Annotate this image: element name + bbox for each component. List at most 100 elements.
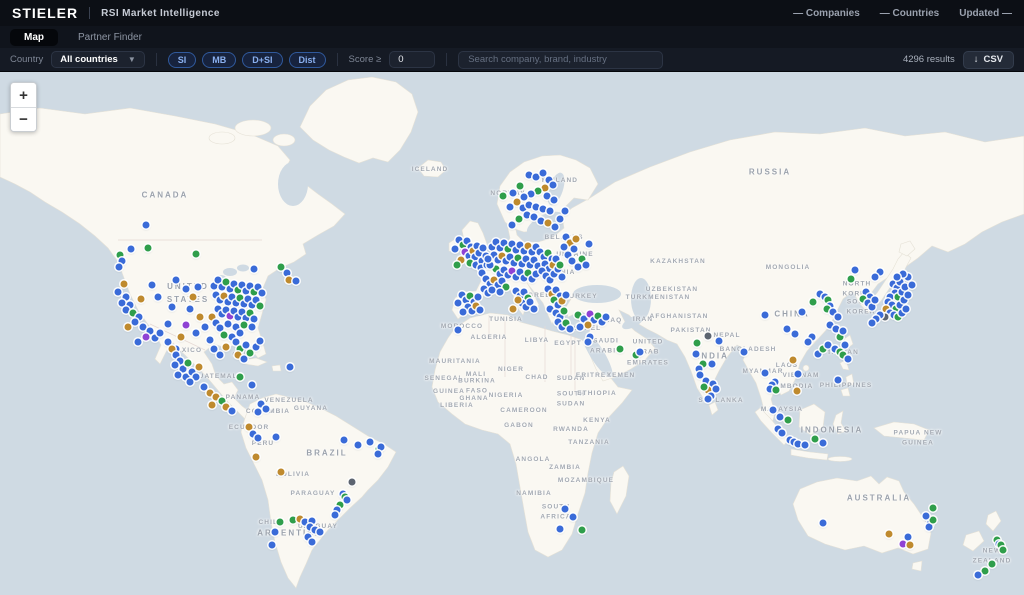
map-marker[interactable] bbox=[905, 534, 912, 541]
map-marker[interactable] bbox=[533, 204, 540, 211]
map-marker[interactable] bbox=[812, 436, 819, 443]
map-marker[interactable] bbox=[183, 286, 190, 293]
map-marker[interactable] bbox=[187, 379, 194, 386]
map-marker[interactable] bbox=[217, 325, 224, 332]
map-marker[interactable] bbox=[852, 267, 859, 274]
map-marker[interactable] bbox=[693, 351, 700, 358]
map-marker[interactable] bbox=[132, 319, 139, 326]
map-marker[interactable] bbox=[975, 572, 982, 579]
map-marker[interactable] bbox=[123, 307, 130, 314]
map-marker[interactable] bbox=[193, 330, 200, 337]
map-marker[interactable] bbox=[561, 244, 568, 251]
map-marker[interactable] bbox=[550, 182, 557, 189]
map-marker[interactable] bbox=[237, 330, 244, 337]
map-marker[interactable] bbox=[562, 506, 569, 513]
map-marker[interactable] bbox=[697, 372, 704, 379]
map-marker[interactable] bbox=[255, 409, 262, 416]
map-marker[interactable] bbox=[709, 361, 716, 368]
map-marker[interactable] bbox=[524, 212, 531, 219]
map-marker[interactable] bbox=[842, 342, 849, 349]
map-marker[interactable] bbox=[138, 296, 145, 303]
map-marker[interactable] bbox=[894, 274, 901, 281]
map-marker[interactable] bbox=[243, 342, 250, 349]
map-marker[interactable] bbox=[193, 251, 200, 258]
map-marker[interactable] bbox=[237, 374, 244, 381]
map-marker[interactable] bbox=[485, 256, 492, 263]
map-marker[interactable] bbox=[455, 300, 462, 307]
map-marker[interactable] bbox=[531, 306, 538, 313]
map-marker[interactable] bbox=[579, 527, 586, 534]
map-marker[interactable] bbox=[557, 216, 564, 223]
map-marker[interactable] bbox=[526, 202, 533, 209]
map-marker[interactable] bbox=[545, 220, 552, 227]
map-marker[interactable] bbox=[903, 306, 910, 313]
score-input[interactable] bbox=[389, 51, 435, 68]
map-marker[interactable] bbox=[902, 284, 909, 291]
map-marker[interactable] bbox=[802, 442, 809, 449]
map-marker[interactable] bbox=[257, 338, 264, 345]
map-marker[interactable] bbox=[559, 274, 566, 281]
map-marker[interactable] bbox=[278, 469, 285, 476]
map-marker[interactable] bbox=[570, 514, 577, 521]
map-marker[interactable] bbox=[567, 326, 574, 333]
map-marker[interactable] bbox=[583, 262, 590, 269]
map-marker[interactable] bbox=[510, 190, 517, 197]
map-marker[interactable] bbox=[290, 517, 297, 524]
map-marker[interactable] bbox=[573, 236, 580, 243]
map-marker[interactable] bbox=[173, 277, 180, 284]
map-marker[interactable] bbox=[190, 294, 197, 301]
map-marker[interactable] bbox=[128, 246, 135, 253]
map-marker[interactable] bbox=[741, 349, 748, 356]
map-marker[interactable] bbox=[547, 277, 554, 284]
map-marker[interactable] bbox=[820, 520, 827, 527]
map-marker[interactable] bbox=[344, 497, 351, 504]
map-marker[interactable] bbox=[253, 454, 260, 461]
csv-export-button[interactable]: ↓ CSV bbox=[963, 51, 1014, 69]
map-marker[interactable] bbox=[779, 430, 786, 437]
map-marker[interactable] bbox=[527, 299, 534, 306]
map-marker[interactable] bbox=[777, 414, 784, 421]
map-marker[interactable] bbox=[923, 513, 930, 520]
map-marker[interactable] bbox=[540, 206, 547, 213]
map-marker[interactable] bbox=[705, 333, 712, 340]
map-marker[interactable] bbox=[930, 517, 937, 524]
zoom-in-button[interactable]: + bbox=[11, 83, 36, 107]
map-marker[interactable] bbox=[585, 322, 592, 329]
pill-mb[interactable]: MB bbox=[202, 52, 236, 68]
map-marker[interactable] bbox=[195, 284, 202, 291]
map-marker[interactable] bbox=[989, 561, 996, 568]
map-marker[interactable] bbox=[196, 364, 203, 371]
map-marker[interactable] bbox=[332, 512, 339, 519]
map-marker[interactable] bbox=[790, 357, 797, 364]
map-marker[interactable] bbox=[770, 407, 777, 414]
map-marker[interactable] bbox=[349, 479, 356, 486]
search-input[interactable] bbox=[458, 51, 663, 69]
country-select[interactable]: All countries ▼ bbox=[51, 51, 144, 68]
map-marker[interactable] bbox=[217, 352, 224, 359]
map-marker[interactable] bbox=[617, 346, 624, 353]
map-marker[interactable] bbox=[187, 306, 194, 313]
map-marker[interactable] bbox=[562, 208, 569, 215]
map-marker[interactable] bbox=[157, 330, 164, 337]
map-marker[interactable] bbox=[528, 191, 535, 198]
map-marker[interactable] bbox=[503, 284, 510, 291]
map-marker[interactable] bbox=[603, 314, 610, 321]
map-marker[interactable] bbox=[701, 384, 708, 391]
map-canvas[interactable]: CANADAUNITED STATESMEXICOCUBAGUATEMALAPA… bbox=[0, 72, 1024, 595]
map-marker[interactable] bbox=[509, 222, 516, 229]
map-marker[interactable] bbox=[145, 245, 152, 252]
map-marker[interactable] bbox=[249, 324, 256, 331]
pill-dist[interactable]: Dist bbox=[289, 52, 326, 68]
map-marker[interactable] bbox=[259, 290, 266, 297]
map-marker[interactable] bbox=[201, 384, 208, 391]
map-marker[interactable] bbox=[517, 183, 524, 190]
map-marker[interactable] bbox=[223, 344, 230, 351]
map-marker[interactable] bbox=[514, 199, 521, 206]
map-marker[interactable] bbox=[533, 174, 540, 181]
map-marker[interactable] bbox=[540, 170, 547, 177]
map-marker[interactable] bbox=[585, 339, 592, 346]
map-marker[interactable] bbox=[480, 245, 487, 252]
map-marker[interactable] bbox=[559, 298, 566, 305]
map-marker[interactable] bbox=[792, 331, 799, 338]
map-marker[interactable] bbox=[185, 360, 192, 367]
